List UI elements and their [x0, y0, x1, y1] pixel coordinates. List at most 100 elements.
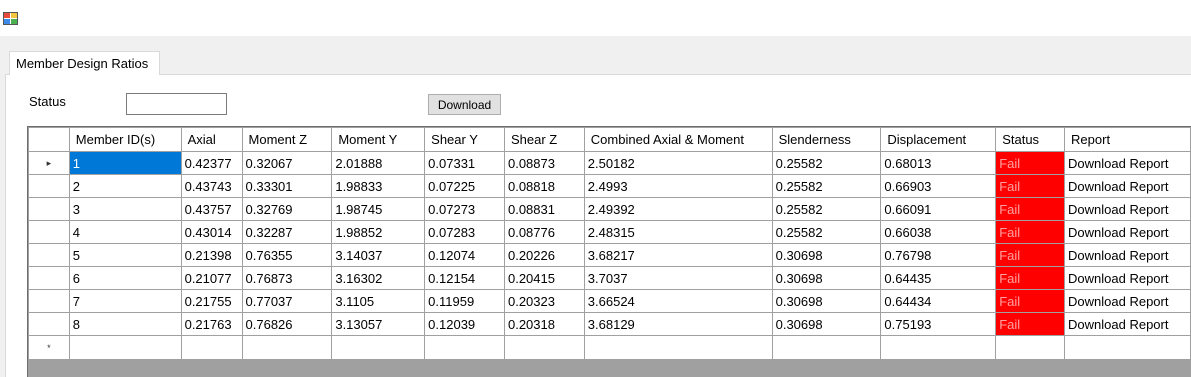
- column-header-report[interactable]: Report: [1064, 127, 1191, 152]
- cell-axial[interactable]: 0.42377: [180, 151, 243, 175]
- cell-shear-y[interactable]: 0.12154: [424, 266, 505, 290]
- new-row-cell[interactable]: [880, 335, 997, 360]
- cell-shear-y[interactable]: 0.07283: [424, 220, 505, 244]
- cell-slenderness[interactable]: 0.25582: [771, 174, 882, 198]
- cell-slenderness[interactable]: 0.30698: [771, 289, 882, 313]
- cell-displacement[interactable]: 0.66903: [880, 174, 997, 198]
- table-row[interactable]: 5 0.21398 0.76355 3.14037 0.12074 0.20226 3.68…: [28, 243, 1191, 267]
- cell-combined[interactable]: 2.50182: [583, 151, 773, 175]
- table-row[interactable]: ▸ 1 0.42377 0.32067 2.01888 0.07331 0.08873 2.5…: [28, 151, 1191, 175]
- cell-status[interactable]: Fail: [995, 312, 1066, 336]
- new-row-cell[interactable]: [503, 335, 585, 360]
- cell-axial[interactable]: 0.21077: [180, 266, 243, 290]
- cell-combined[interactable]: 3.68129: [583, 312, 773, 336]
- row-header[interactable]: [28, 289, 70, 313]
- cell-moment-z[interactable]: 0.76873: [241, 266, 333, 290]
- column-header-displacement[interactable]: Displacement: [880, 127, 997, 152]
- row-header[interactable]: [28, 197, 70, 221]
- cell-report[interactable]: Download Report: [1064, 197, 1191, 221]
- cell-combined[interactable]: 2.49392: [583, 197, 773, 221]
- cell-axial[interactable]: 0.21763: [180, 312, 243, 336]
- cell-shear-z[interactable]: 0.08873: [503, 151, 585, 175]
- cell-shear-z[interactable]: 0.08831: [503, 197, 585, 221]
- new-row-cell[interactable]: [583, 335, 773, 360]
- new-row-cell[interactable]: [771, 335, 882, 360]
- cell-report[interactable]: Download Report: [1064, 312, 1191, 336]
- cell-shear-z[interactable]: 0.20318: [503, 312, 585, 336]
- cell-combined[interactable]: 3.7037: [583, 266, 773, 290]
- table-row[interactable]: 7 0.21755 0.77037 3.1105 0.11959 0.20323 3.665…: [28, 289, 1191, 313]
- cell-axial[interactable]: 0.43743: [180, 174, 243, 198]
- cell-axial[interactable]: 0.43014: [180, 220, 243, 244]
- cell-slenderness[interactable]: 0.30698: [771, 312, 882, 336]
- cell-moment-y[interactable]: 3.1105: [331, 289, 426, 313]
- column-header-shear-y[interactable]: Shear Y: [424, 127, 505, 152]
- new-row[interactable]: *: [28, 335, 1191, 360]
- cell-member-id[interactable]: 7: [68, 289, 182, 313]
- cell-status[interactable]: Fail: [995, 289, 1066, 313]
- status-input[interactable]: [126, 93, 227, 115]
- column-header-status[interactable]: Status: [995, 127, 1066, 152]
- cell-shear-y[interactable]: 0.07331: [424, 151, 505, 175]
- cell-axial[interactable]: 0.21398: [180, 243, 243, 267]
- new-row-header[interactable]: *: [28, 335, 70, 360]
- cell-slenderness[interactable]: 0.30698: [771, 266, 882, 290]
- table-row[interactable]: 6 0.21077 0.76873 3.16302 0.12154 0.20415 3.70…: [28, 266, 1191, 290]
- cell-status[interactable]: Fail: [995, 220, 1066, 244]
- cell-axial[interactable]: 0.21755: [180, 289, 243, 313]
- cell-moment-z[interactable]: 0.32067: [241, 151, 333, 175]
- cell-status[interactable]: Fail: [995, 151, 1066, 175]
- cell-displacement[interactable]: 0.76798: [880, 243, 997, 267]
- table-row[interactable]: 4 0.43014 0.32287 1.98852 0.07283 0.08776 2.48…: [28, 220, 1191, 244]
- cell-report[interactable]: Download Report: [1064, 289, 1191, 313]
- cell-shear-z[interactable]: 0.20415: [503, 266, 585, 290]
- table-row[interactable]: 2 0.43743 0.33301 1.98833 0.07225 0.08818 2.49…: [28, 174, 1191, 198]
- cell-shear-y[interactable]: 0.07273: [424, 197, 505, 221]
- cell-moment-y[interactable]: 1.98852: [331, 220, 426, 244]
- cell-member-id[interactable]: 6: [68, 266, 182, 290]
- column-header-combined[interactable]: Combined Axial & Moment: [583, 127, 773, 152]
- cell-moment-y[interactable]: 1.98833: [331, 174, 426, 198]
- cell-moment-z[interactable]: 0.32287: [241, 220, 333, 244]
- cell-moment-y[interactable]: 1.98745: [331, 197, 426, 221]
- cell-shear-z[interactable]: 0.20226: [503, 243, 585, 267]
- new-row-cell[interactable]: [1064, 335, 1191, 360]
- cell-moment-z[interactable]: 0.76826: [241, 312, 333, 336]
- cell-displacement[interactable]: 0.68013: [880, 151, 997, 175]
- cell-displacement[interactable]: 0.64434: [880, 289, 997, 313]
- cell-member-id[interactable]: 3: [68, 197, 182, 221]
- row-header[interactable]: [28, 220, 70, 244]
- cell-status[interactable]: Fail: [995, 243, 1066, 267]
- new-row-cell[interactable]: [68, 335, 182, 360]
- column-header-slenderness[interactable]: Slenderness: [771, 127, 882, 152]
- cell-member-id[interactable]: 1: [68, 151, 182, 175]
- cell-shear-y[interactable]: 0.07225: [424, 174, 505, 198]
- cell-slenderness[interactable]: 0.30698: [771, 243, 882, 267]
- table-row[interactable]: 8 0.21763 0.76826 3.13057 0.12039 0.20318 3.68…: [28, 312, 1191, 336]
- cell-report[interactable]: Download Report: [1064, 243, 1191, 267]
- column-header-shear-z[interactable]: Shear Z: [503, 127, 585, 152]
- cell-combined[interactable]: 3.66524: [583, 289, 773, 313]
- cell-report[interactable]: Download Report: [1064, 266, 1191, 290]
- cell-displacement[interactable]: 0.64435: [880, 266, 997, 290]
- row-header[interactable]: [28, 174, 70, 198]
- cell-shear-y[interactable]: 0.11959: [424, 289, 505, 313]
- app-icon[interactable]: [3, 10, 19, 26]
- cell-moment-y[interactable]: 3.16302: [331, 266, 426, 290]
- new-row-cell[interactable]: [241, 335, 333, 360]
- cell-member-id[interactable]: 8: [68, 312, 182, 336]
- row-header[interactable]: [28, 266, 70, 290]
- cell-status[interactable]: Fail: [995, 197, 1066, 221]
- cell-shear-y[interactable]: 0.12074: [424, 243, 505, 267]
- cell-moment-y[interactable]: 3.13057: [331, 312, 426, 336]
- cell-member-id[interactable]: 2: [68, 174, 182, 198]
- new-row-cell[interactable]: [331, 335, 426, 360]
- column-header-moment-z[interactable]: Moment Z: [241, 127, 333, 152]
- cell-moment-y[interactable]: 2.01888: [331, 151, 426, 175]
- cell-combined[interactable]: 2.4993: [583, 174, 773, 198]
- cell-displacement[interactable]: 0.75193: [880, 312, 997, 336]
- new-row-cell[interactable]: [424, 335, 505, 360]
- cell-moment-z[interactable]: 0.76355: [241, 243, 333, 267]
- row-header[interactable]: [28, 243, 70, 267]
- new-row-cell[interactable]: [995, 335, 1066, 360]
